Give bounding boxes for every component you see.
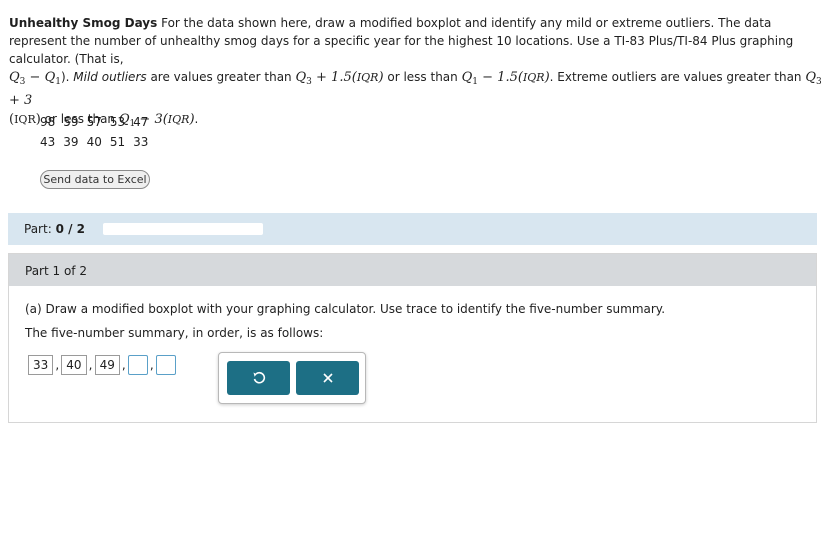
data-cell: 40 bbox=[86, 135, 102, 149]
data-cell: 51 bbox=[109, 135, 126, 149]
formula-mild-upper: Q3 + 1.5(IQR) bbox=[295, 70, 384, 87]
table-row: 98 59 57 53 47 bbox=[36, 112, 152, 132]
answer-q3-field[interactable] bbox=[127, 355, 148, 375]
table-row: 43 39 40 51 33 bbox=[36, 132, 152, 152]
question-text: (a) Draw a modified boxplot with your gr… bbox=[25, 302, 666, 316]
close-icon bbox=[322, 373, 333, 383]
problem-title: Unhealthy Smog Days bbox=[9, 16, 158, 30]
question-panel: Part 1 of 2 (a) Draw a modified boxplot … bbox=[8, 253, 817, 423]
data-cell: 47 bbox=[133, 115, 149, 129]
answer-tools bbox=[218, 352, 366, 404]
part-header: Part 1 of 2 bbox=[25, 264, 87, 278]
data-cell: 53 bbox=[109, 115, 126, 129]
undo-button[interactable] bbox=[227, 361, 290, 395]
data-cell: 57 bbox=[86, 115, 102, 129]
undo-icon bbox=[253, 371, 265, 384]
answer-q1-field[interactable]: 40 bbox=[61, 355, 87, 375]
panel-header: Part 1 of 2 bbox=[9, 254, 816, 286]
summary-label: The five-number summary, in order, is as… bbox=[25, 326, 324, 340]
mild-label: Mild outliers bbox=[73, 70, 147, 84]
data-cell: 59 bbox=[63, 115, 79, 129]
answer-min-field[interactable]: 33 bbox=[28, 355, 54, 375]
five-number-summary-inputs: 33 , 40 , 49 , , bbox=[28, 355, 176, 375]
part-label: Part: 0 / 2 bbox=[24, 222, 85, 236]
formula-iqr-def: Q3 − Q1 bbox=[9, 70, 61, 87]
data-cell: 33 bbox=[133, 135, 149, 149]
data-cell: 43 bbox=[40, 135, 56, 149]
data-table: 98 59 57 53 47 43 39 40 51 33 bbox=[36, 112, 152, 152]
answer-median-field[interactable]: 49 bbox=[94, 355, 120, 375]
part-count: 0 / 2 bbox=[55, 222, 85, 236]
answer-max-field[interactable] bbox=[155, 355, 176, 375]
progress-track bbox=[103, 223, 263, 235]
formula-mild-lower: Q1 − 1.5(IQR) bbox=[461, 70, 550, 87]
clear-button[interactable] bbox=[296, 361, 359, 395]
data-cell: 39 bbox=[63, 135, 79, 149]
part-progress-bar: Part: 0 / 2 bbox=[8, 213, 817, 245]
send-to-excel-button[interactable]: Send data to Excel bbox=[40, 170, 150, 189]
data-cell: 98 bbox=[40, 115, 56, 129]
